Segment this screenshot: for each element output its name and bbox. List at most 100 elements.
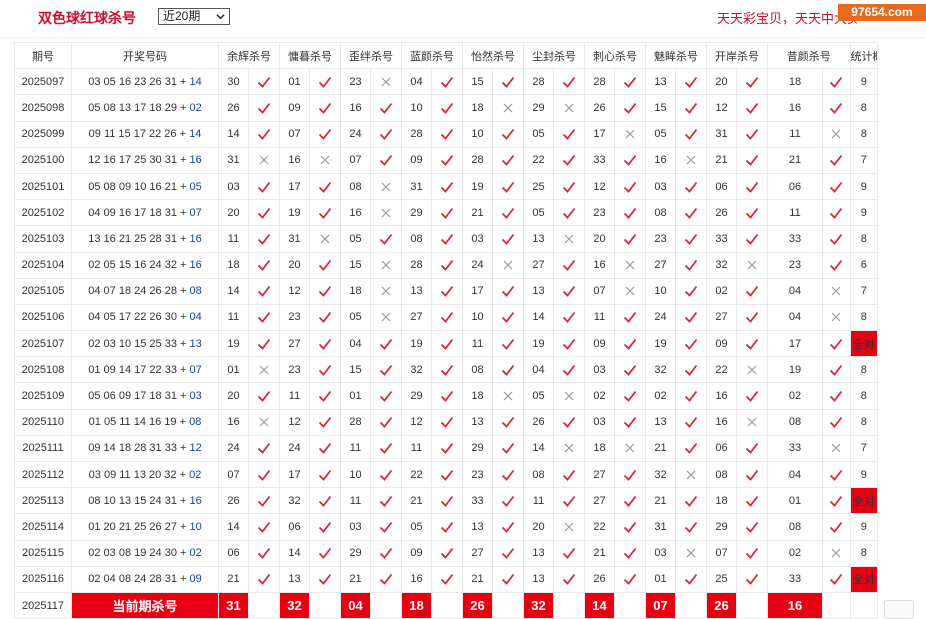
check-icon [562, 312, 576, 324]
check-icon [562, 207, 576, 219]
kill-result [614, 408, 646, 436]
kill-result [248, 277, 280, 305]
kill-number: 20 [523, 513, 554, 541]
column-header: 慵暮杀号 [279, 41, 341, 70]
kill-number: 26 [584, 94, 615, 122]
check-icon [501, 521, 515, 533]
check-icon [623, 181, 637, 193]
kill-result [309, 251, 341, 279]
draw-numbers-cell: 03 09 11 13 20 32 + 02 [71, 460, 219, 489]
kill-number: 09 [706, 330, 737, 358]
kill-result [553, 120, 585, 148]
check-icon [623, 417, 637, 429]
table-row: 2025106 04 05 17 22 26 30 + 04 11 23 05 27 10 1… [14, 303, 878, 332]
period-cell: 2025116 [14, 565, 72, 593]
check-icon [257, 207, 271, 219]
draw-numbers-cell: 05 08 13 17 18 29 + 02 [71, 94, 219, 122]
kill-result [309, 513, 341, 541]
kill-result [553, 539, 585, 567]
check-icon [745, 443, 759, 455]
check-icon [684, 207, 698, 219]
cross-icon [320, 155, 330, 165]
kill-number: 28 [401, 120, 432, 148]
kill-number: 19 [279, 199, 310, 227]
kill-result [614, 330, 646, 358]
check-icon [830, 207, 843, 219]
check-icon [623, 469, 637, 481]
kill-number: 29 [523, 94, 554, 122]
check-icon [257, 129, 271, 141]
current-kill-number: 16 [767, 591, 823, 619]
kill-result [614, 513, 646, 541]
kill-result [248, 251, 280, 279]
check-icon [257, 521, 271, 533]
kill-result [553, 434, 585, 463]
current-kill-number: 18 [401, 591, 432, 619]
check-icon [562, 469, 576, 481]
check-icon [440, 181, 454, 193]
kill-result [614, 120, 646, 148]
kill-result [431, 68, 463, 96]
cross-icon [625, 129, 635, 139]
kill-number: 19 [218, 330, 249, 358]
check-icon [745, 521, 759, 533]
kill-number: 16 [767, 94, 823, 122]
cross-icon [686, 155, 696, 165]
kill-number: 16 [706, 408, 737, 436]
kill-result [309, 408, 341, 436]
kill-number: 09 [279, 94, 310, 122]
kill-result [822, 146, 851, 174]
kill-result [736, 382, 768, 410]
cross-icon [259, 155, 269, 165]
summary-cell: 8 [849, 120, 878, 148]
column-header: 尘封杀号 [523, 41, 585, 70]
kill-result [822, 225, 851, 253]
kill-result [309, 330, 341, 358]
red-balls: 04 05 17 22 26 30 [88, 311, 177, 324]
kill-result [614, 487, 646, 515]
promo-text[interactable]: 天天彩宝贝，天天中大奖 [717, 8, 857, 27]
kill-result [309, 356, 341, 384]
kill-result [248, 382, 280, 410]
kill-number: 10 [401, 94, 432, 122]
check-icon [623, 207, 637, 219]
table-row: 2025105 04 07 18 24 26 28 + 08 14 12 18 13 17 1… [14, 277, 878, 305]
table-row: 2025101 05 08 09 10 16 21 + 05 03 17 08 31 19 2… [14, 172, 878, 201]
kill-number: 27 [584, 487, 615, 515]
scroll-top-button[interactable] [884, 600, 914, 619]
check-icon [745, 574, 759, 586]
kill-result [614, 434, 646, 463]
check-icon [623, 312, 637, 324]
kill-result [736, 303, 768, 332]
kill-result [614, 68, 646, 96]
check-icon [440, 495, 454, 507]
check-icon [684, 417, 698, 429]
kill-number: 31 [218, 146, 249, 174]
blue-ball: 02 [189, 101, 202, 114]
check-icon [501, 312, 515, 324]
kill-result [614, 356, 646, 384]
column-header: 蓝颜杀号 [401, 41, 463, 70]
kill-number: 10 [645, 277, 676, 305]
chevron-down-icon [216, 14, 225, 20]
kill-result [553, 330, 585, 358]
check-icon [623, 155, 637, 167]
period-select[interactable]: 近20期 [158, 8, 230, 25]
kill-number: 14 [523, 434, 554, 463]
blue-ball: 08 [189, 416, 202, 429]
check-icon [318, 129, 332, 141]
cross-icon [831, 286, 841, 296]
kill-result [675, 565, 707, 593]
kill-number: 23 [462, 460, 493, 489]
red-balls: 05 08 09 10 16 21 [88, 180, 177, 193]
kill-result [822, 120, 851, 148]
check-icon [830, 155, 843, 167]
kill-number: 24 [645, 303, 676, 332]
kill-result [675, 277, 707, 305]
kill-result [431, 356, 463, 384]
blue-ball: 04 [189, 311, 202, 324]
kill-number: 14 [218, 513, 249, 541]
kill-result [736, 330, 768, 358]
kill-number: 28 [340, 408, 371, 436]
kill-number: 13 [523, 277, 554, 305]
